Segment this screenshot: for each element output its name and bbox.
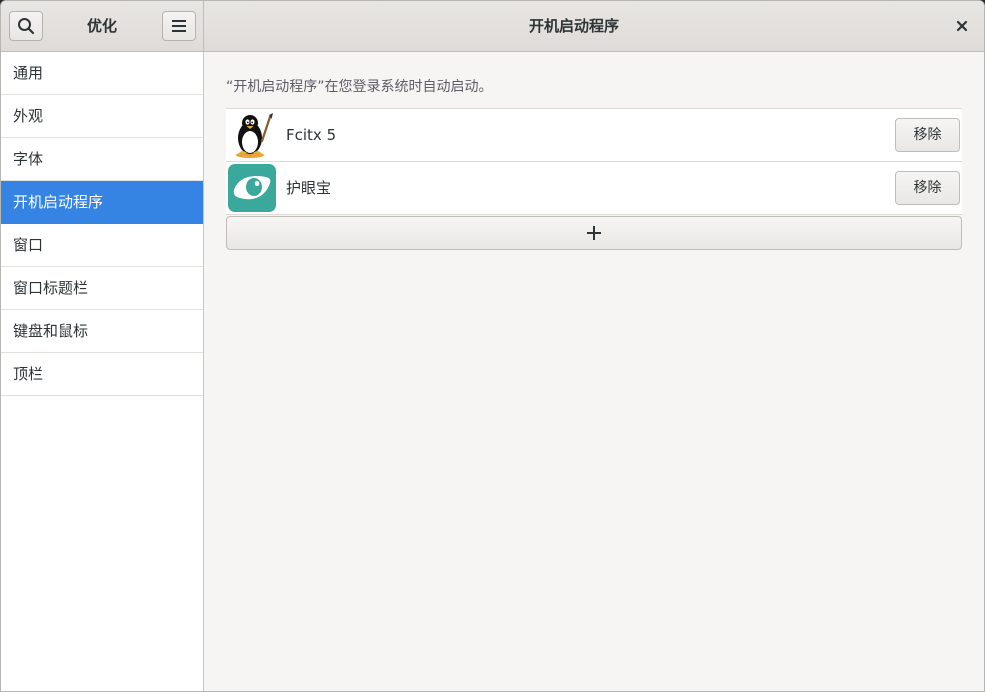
search-icon <box>18 18 35 35</box>
app-name: 护眼宝 <box>286 179 332 197</box>
search-button[interactable] <box>9 11 43 41</box>
tux-penguin-icon <box>236 113 273 158</box>
close-icon <box>956 20 968 32</box>
startup-app-row: Fcitx 5 移除 <box>226 109 962 162</box>
sidebar-item-top-bar[interactable]: 顶栏 <box>1 353 203 396</box>
sidebar-item-general[interactable]: 通用 <box>1 52 203 95</box>
hamburger-menu-icon <box>172 20 186 32</box>
header-bar: 优化 开机启动程序 <box>1 1 984 52</box>
sidebar-item-keyboard-mouse[interactable]: 键盘和鼠标 <box>1 310 203 353</box>
sidebar: 通用 外观 字体 开机启动程序 窗口 窗口标题栏 键盘和鼠标 顶栏 <box>1 52 204 691</box>
sidebar-title: 优化 <box>86 17 117 35</box>
sidebar-item-fonts[interactable]: 字体 <box>1 138 203 181</box>
startup-app-row: 护眼宝 移除 <box>226 162 962 215</box>
sidebar-item-appearance[interactable]: 外观 <box>1 95 203 138</box>
remove-button[interactable]: 移除 <box>895 171 960 205</box>
tweaks-window: 优化 开机启动程序 通用 外观 字体 开机启动程序 窗口 窗口标题栏 键盘和鼠标… <box>0 0 985 692</box>
startup-description: “开机启动程序”在您登录系统时自动启动。 <box>226 79 493 95</box>
plus-icon <box>587 226 601 240</box>
sidebar-item-startup-applications[interactable]: 开机启动程序 <box>1 181 203 224</box>
page-title: 开机启动程序 <box>528 17 619 35</box>
sidebar-item-window-titlebars[interactable]: 窗口标题栏 <box>1 267 203 310</box>
app-name: Fcitx 5 <box>286 126 337 144</box>
main-panel: “开机启动程序”在您登录系统时自动启动。 Fcitx 5 移除 护眼宝 移除 <box>204 52 984 691</box>
remove-button[interactable]: 移除 <box>895 118 960 152</box>
eye-icon <box>228 164 276 212</box>
sidebar-header: 优化 <box>1 1 204 51</box>
startup-app-list: Fcitx 5 移除 护眼宝 移除 <box>226 108 962 215</box>
menu-button[interactable] <box>162 11 196 41</box>
sidebar-item-windows[interactable]: 窗口 <box>1 224 203 267</box>
add-startup-app-button[interactable] <box>226 216 962 250</box>
close-button[interactable] <box>952 16 972 36</box>
